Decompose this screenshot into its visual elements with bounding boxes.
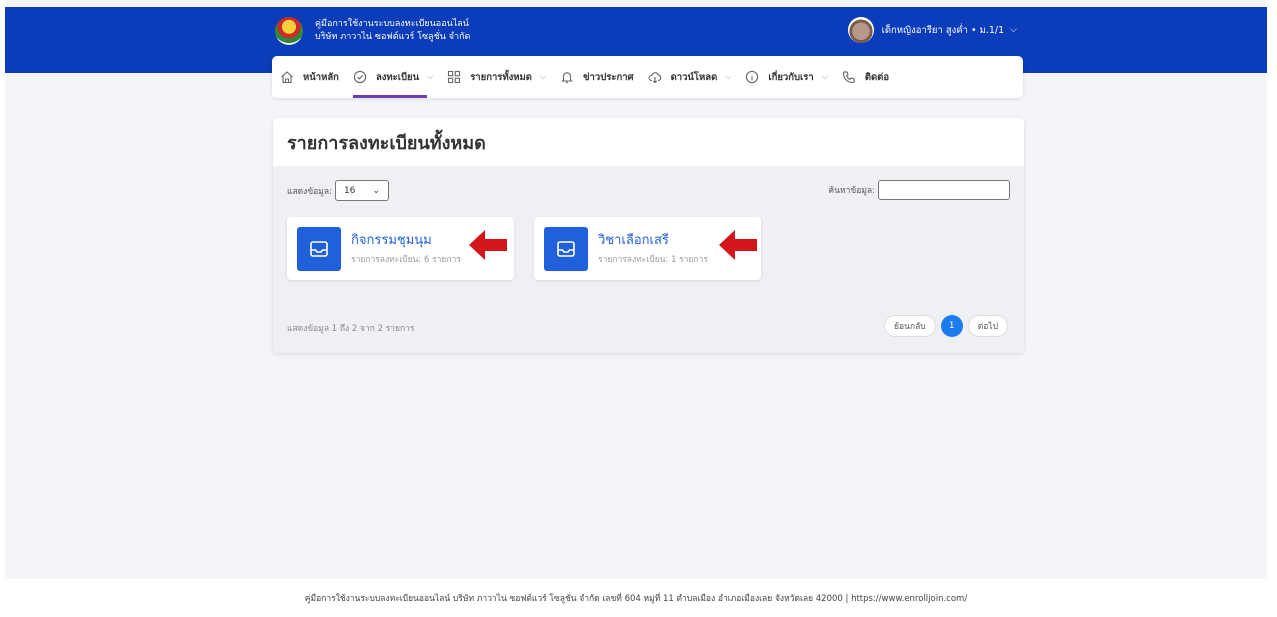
nav-label-all-lists: รายการทั้งหมด [470,71,532,83]
item-title[interactable]: กิจกรรมชุมนุม [351,229,432,250]
chevron-down-icon: ⌵ [821,72,828,81]
footer: คู่มือการใช้งานระบบลงทะเบียนออนไลน์ บริษ… [5,579,1267,617]
frame-right [1267,0,1277,617]
item-title[interactable]: วิชาเลือกเสรี [598,229,669,250]
nav-label-contact: ติดต่อ [864,71,890,83]
phone-icon [842,71,855,84]
next-page-button[interactable]: ต่อไป [967,315,1008,337]
nav-label-news: ข่าวประกาศ [583,71,634,83]
footer-text: คู่มือการใช้งานระบบลงทะเบียนออนไลน์ บริษ… [304,594,968,604]
home-icon [281,71,293,84]
user-name: เด็กหญิงอารียา สูงค่ำ • ม.1/1 [881,24,1005,36]
info-icon [746,70,759,84]
brand-line-2: บริษัท ภาวาไน่ ซอฟต์แวร์ โซลูชั่น จำกัด [315,32,471,42]
inbox-icon [544,227,588,271]
check-circle-icon [353,70,367,84]
user-menu[interactable]: เด็กหญิงอารียา สูงค่ำ • ม.1/1 ⌵ [847,17,1017,43]
nav-item-contact[interactable]: ติดต่อ [842,56,889,98]
nav-item-news[interactable]: ข่าวประกาศ [560,56,634,98]
chevron-down-icon: ⌵ [725,72,732,81]
frame-left [0,0,5,617]
arrow-left-icon [469,230,507,260]
chevron-down-icon: ⌄ [372,185,380,196]
search-input[interactable] [878,180,1010,200]
brand-line-1: คู่มือการใช้งานระบบลงทะเบียนออนไลน์ [315,19,469,29]
inbox-icon [297,227,341,271]
avatar [847,17,874,43]
page-size-control: แสดงข้อมูล: 16 ⌄ [287,180,389,201]
school-logo-icon [275,17,303,45]
cloud-download-icon [648,72,661,84]
nav-item-home[interactable]: หน้าหลัก [280,56,339,98]
list-item[interactable]: วิชาเลือกเสรี รายการลงทะเบียน: 1 รายการ [534,217,761,280]
chevron-down-icon: ⌵ [427,72,434,81]
main-nav: หน้าหลัก ลงทะเบียน ⌵ รายการทั้งหมด ⌵ ข่า… [272,56,1023,98]
show-label: แสดงข้อมูล: [287,186,332,197]
nav-label-download: ดาวน์โหลด [670,71,718,83]
pagination: ย้อนกลับ 1 ต่อไป [884,315,1008,337]
brand[interactable]: คู่มือการใช้งานระบบลงทะเบียนออนไลน์ บริษ… [275,17,470,45]
arrow-left-icon [719,230,757,260]
prev-page-button[interactable]: ย้อนกลับ [884,315,936,337]
card-header: รายการลงทะเบียนทั้งหมด [273,118,1024,166]
nav-label-about: เกี่ยวกับเรา [768,71,814,83]
search-control: ค้นหาข้อมูล: [829,180,1010,200]
chevron-down-icon: ⌵ [1010,25,1017,35]
nav-item-register[interactable]: ลงทะเบียน ⌵ [352,56,434,98]
page-1-button[interactable]: 1 [940,315,963,337]
nav-label-register: ลงทะเบียน [375,71,420,83]
nav-item-download[interactable]: ดาวน์โหลด ⌵ [648,56,732,98]
nav-label-home: หน้าหลัก [303,71,339,83]
table-info: แสดงข้อมูล 1 ถึง 2 จาก 2 รายการ [287,324,415,334]
registration-card: รายการลงทะเบียนทั้งหมด แสดงข้อมูล: 16 ⌄ … [273,118,1024,353]
page-size-value: 16 [343,185,356,196]
item-subtitle: รายการลงทะเบียน: 1 รายการ [598,255,708,265]
list-item[interactable]: กิจกรรมชุมนุม รายการลงทะเบียน: 6 รายการ [287,217,514,280]
nav-item-about[interactable]: เกี่ยวกับเรา ⌵ [745,56,828,98]
page-size-select[interactable]: 16 ⌄ [334,180,389,201]
item-subtitle: รายการลงทะเบียน: 6 รายการ [351,255,461,265]
page-title: รายการลงทะเบียนทั้งหมด [287,132,486,154]
bell-icon [561,72,573,83]
search-label: ค้นหาข้อมูล: [828,186,875,196]
nav-item-all-lists[interactable]: รายการทั้งหมด ⌵ [447,56,546,98]
chevron-down-icon: ⌵ [539,72,547,81]
grid-icon [448,70,461,84]
